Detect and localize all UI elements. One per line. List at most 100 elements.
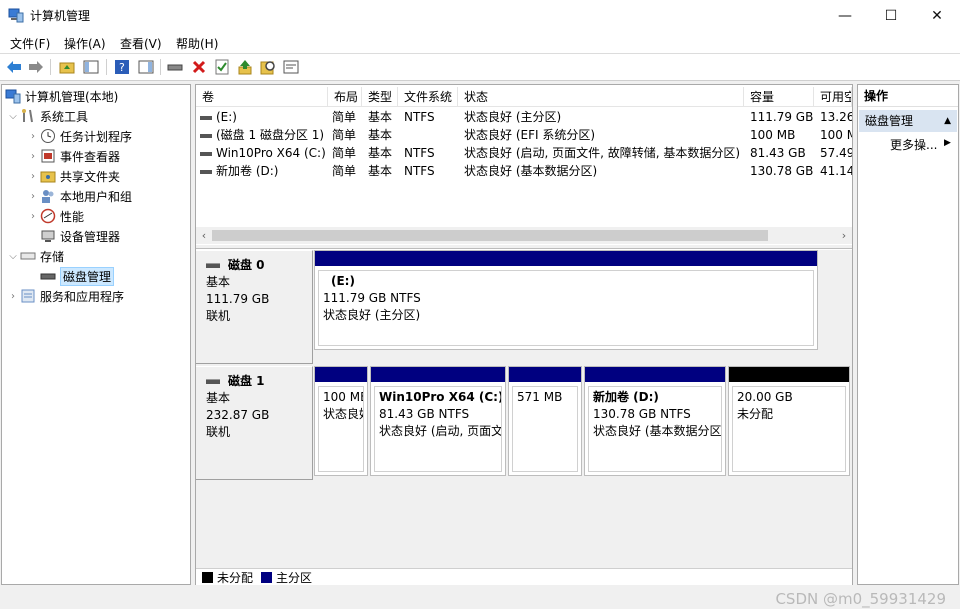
partition-title: Win10Pro X64 (C:) (379, 390, 502, 404)
scroll-right-icon[interactable]: › (836, 227, 852, 244)
volume-capacity: 130.78 GB (750, 164, 814, 178)
computer-management-icon (8, 7, 24, 23)
export-icon[interactable] (236, 58, 254, 76)
volume-name: (E:) (216, 110, 237, 124)
delete-icon[interactable] (190, 58, 208, 76)
volume-row[interactable]: (磁盘 1 磁盘分区 1) 简单 基本 状态良好 (EFI 系统分区) 100 … (196, 126, 852, 144)
partition[interactable]: Win10Pro X64 (C:) 81.43 GB NTFS 状态良好 (启动… (370, 366, 506, 476)
menu-view[interactable]: 查看(V) (120, 35, 162, 52)
tree-item-system-tools[interactable]: ⌵ 系统工具 (6, 106, 88, 126)
partition[interactable]: 100 MB 状态良好 (314, 366, 368, 476)
disk-info[interactable]: 磁盘 1 基本 232.87 GB 联机 (196, 366, 313, 480)
menu-file[interactable]: 文件(F) (10, 35, 50, 52)
volume-row[interactable]: (E:) 简单 基本 NTFS 状态良好 (主分区) 111.79 GB 13.… (196, 108, 852, 126)
clock-icon (40, 128, 56, 144)
volume-status: 状态良好 (基本数据分区) (464, 164, 598, 178)
navigation-tree: 计算机管理(本地) ⌵ 系统工具 › 任务计划程序 › 事件查看器 › 共享文件… (1, 84, 191, 585)
help-icon[interactable]: ? (113, 58, 131, 76)
properties-pane-icon[interactable] (137, 58, 155, 76)
tree-item-local-users[interactable]: › 本地用户和组 (26, 186, 132, 206)
more-actions-link[interactable]: 更多操... ▶ (890, 136, 951, 153)
tree-item-disk-management[interactable]: 磁盘管理 (40, 266, 115, 286)
volume-fs: NTFS (404, 110, 435, 124)
partition[interactable]: 571 MB (508, 366, 582, 476)
volume-name: 新加卷 (D:) (216, 164, 279, 178)
volume-icon (200, 115, 212, 120)
volume-row[interactable]: 新加卷 (D:) 简单 基本 NTFS 状态良好 (基本数据分区) 130.78… (196, 162, 852, 180)
chevron-down-icon[interactable]: ⌵ (6, 251, 20, 262)
horizontal-scrollbar[interactable]: ‹ › (196, 227, 852, 244)
search-icon[interactable] (259, 58, 277, 76)
tree-item-performance[interactable]: › 性能 (26, 206, 84, 226)
partition-bar (509, 367, 581, 382)
actions-section-label: 磁盘管理 (865, 114, 914, 128)
disk-management-icon (40, 268, 56, 284)
partition-status: 状态良好 (323, 407, 363, 421)
volume-row[interactable]: Win10Pro X64 (C:) 简单 基本 NTFS 状态良好 (启动, 页… (196, 144, 852, 162)
column-free[interactable]: 可用空 (814, 87, 852, 107)
actions-section-disk-management[interactable]: 磁盘管理 ▲ (859, 110, 957, 132)
chevron-down-icon[interactable]: ⌵ (6, 111, 20, 122)
check-icon[interactable] (213, 58, 231, 76)
tree-item-storage[interactable]: ⌵ 存储 (6, 246, 64, 266)
disk-type: 基本 (206, 275, 231, 289)
forward-icon[interactable] (27, 58, 45, 76)
tree-item-device-manager[interactable]: 设备管理器 (40, 226, 120, 246)
chevron-right-icon[interactable]: › (6, 291, 20, 302)
tree-label: 磁盘管理 (60, 266, 115, 286)
maximize-button[interactable]: ☐ (868, 0, 914, 31)
up-folder-icon[interactable] (58, 58, 76, 76)
scroll-left-icon[interactable]: ‹ (196, 227, 212, 244)
connect-drive-icon[interactable] (166, 58, 184, 76)
chevron-right-icon[interactable]: › (26, 211, 40, 222)
legend: 未分配 主分区 (196, 568, 852, 585)
event-viewer-icon (40, 148, 56, 164)
minimize-button[interactable]: — (822, 0, 868, 31)
disk-management-pane: 卷 布局 类型 文件系统 状态 容量 可用空 (E:) 简单 基本 NTFS 状… (195, 84, 853, 585)
scrollbar-thumb[interactable] (212, 230, 768, 241)
back-icon[interactable] (5, 58, 23, 76)
services-icon (20, 288, 36, 304)
chevron-right-icon[interactable]: › (26, 131, 40, 142)
menu-help[interactable]: 帮助(H) (176, 35, 218, 52)
chevron-right-icon[interactable]: › (26, 191, 40, 202)
volume-fs (400, 126, 460, 144)
chevron-right-icon[interactable]: › (26, 151, 40, 162)
storage-icon (20, 248, 36, 264)
column-volume[interactable]: 卷 (196, 87, 328, 107)
show-hide-tree-icon[interactable] (82, 58, 100, 76)
disk-info[interactable]: 磁盘 0 基本 111.79 GB 联机 (196, 250, 313, 364)
tree-label: 本地用户和组 (60, 189, 133, 204)
chevron-right-icon[interactable]: › (26, 171, 40, 182)
tree-item-computer-management[interactable]: 计算机管理(本地) (5, 86, 118, 106)
partition[interactable]: (E:) 111.79 GB NTFS 状态良好 (主分区) (314, 250, 818, 350)
tree-item-event-viewer[interactable]: › 事件查看器 (26, 146, 120, 166)
column-layout[interactable]: 布局 (328, 87, 362, 107)
column-capacity[interactable]: 容量 (744, 87, 814, 107)
collapse-up-icon[interactable]: ▲ (944, 110, 951, 132)
volume-name: (磁盘 1 磁盘分区 1) (216, 128, 325, 142)
tree-item-services-apps[interactable]: › 服务和应用程序 (6, 286, 124, 306)
volume-type: 基本 (368, 164, 393, 178)
device-manager-icon (40, 228, 56, 244)
column-type[interactable]: 类型 (362, 87, 398, 107)
shared-folder-icon (40, 168, 56, 184)
tree-item-task-scheduler[interactable]: › 任务计划程序 (26, 126, 132, 146)
watermark: CSDN @m0_59931429 (775, 590, 946, 608)
partition-status: 状态良好 (基本数据分区 (593, 424, 722, 438)
unallocated-partition[interactable]: 20.00 GB 未分配 (728, 366, 850, 476)
console-icon[interactable] (282, 58, 300, 76)
column-status[interactable]: 状态 (458, 87, 744, 107)
disk-size: 232.87 GB (206, 408, 270, 422)
menu-action[interactable]: 操作(A) (64, 35, 106, 52)
tree-label: 事件查看器 (60, 149, 121, 164)
maximize-icon: ☐ (884, 7, 898, 24)
pane-splitter[interactable] (196, 245, 852, 249)
title-bar: 计算机管理 — ☐ ✕ (0, 0, 960, 31)
tree-item-shared-folders[interactable]: › 共享文件夹 (26, 166, 120, 186)
close-button[interactable]: ✕ (914, 0, 960, 31)
disk-size: 111.79 GB (206, 292, 270, 306)
column-filesystem[interactable]: 文件系统 (398, 87, 458, 107)
partition[interactable]: 新加卷 (D:) 130.78 GB NTFS 状态良好 (基本数据分区 (584, 366, 726, 476)
computer-management-icon (5, 88, 21, 104)
